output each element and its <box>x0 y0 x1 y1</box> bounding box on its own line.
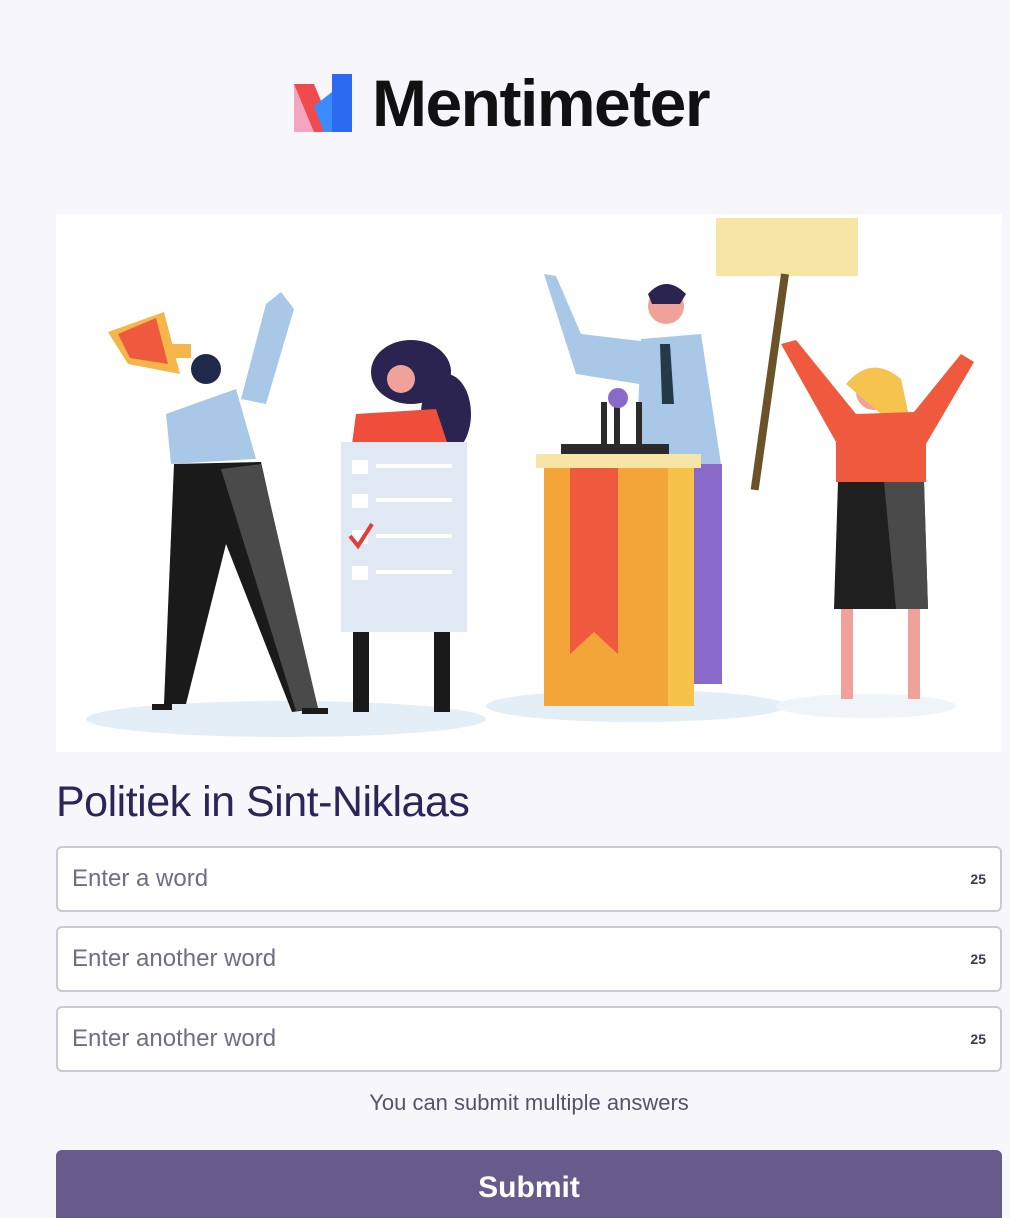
question-title: Politiek in Sint-Niklaas <box>56 778 470 826</box>
word-input-field-1: 25 <box>56 846 1002 912</box>
megaphone-man <box>108 292 328 714</box>
word-input-1[interactable] <box>58 848 1000 910</box>
multiple-answers-hint: You can submit multiple answers <box>369 1090 689 1115</box>
election-rally-illustration <box>86 218 974 737</box>
hero-illustration <box>56 214 1002 752</box>
char-counter-1: 25 <box>970 871 986 887</box>
mentimeter-logo-icon <box>294 74 352 132</box>
char-counter-3: 25 <box>970 1031 986 1047</box>
mentimeter-logo: Mentimeter <box>292 66 711 140</box>
char-counter-2: 25 <box>970 951 986 967</box>
speaker-at-podium <box>536 274 722 706</box>
submit-button[interactable]: Submit <box>56 1150 1002 1218</box>
word-input-2[interactable] <box>58 928 1000 990</box>
woman-with-ballot <box>341 340 471 712</box>
brand-name: Mentimeter <box>372 66 711 140</box>
word-input-3[interactable] <box>58 1008 1000 1070</box>
word-input-field-3: 25 <box>56 1006 1002 1072</box>
woman-with-sign <box>716 218 974 699</box>
word-input-field-2: 25 <box>56 926 1002 992</box>
